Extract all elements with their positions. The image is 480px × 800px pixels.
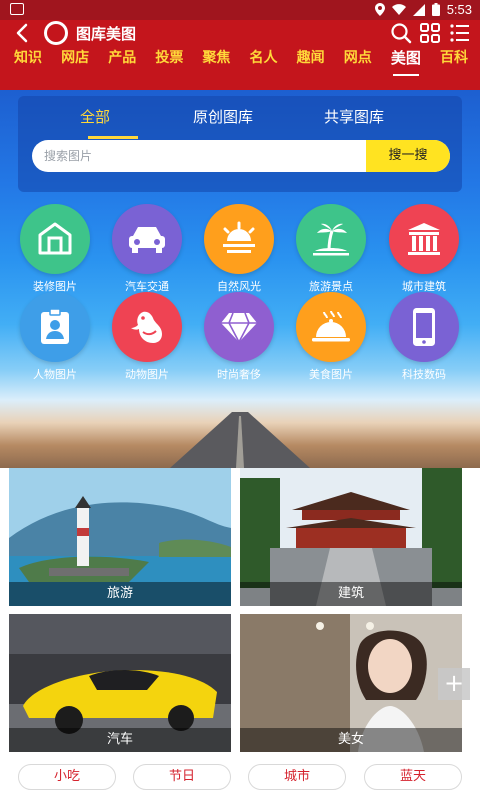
photo-card-travel[interactable]: 旅游 (9, 468, 231, 606)
category-decoration[interactable]: 装修图片 (9, 204, 101, 294)
signal-icon (412, 3, 425, 16)
tag-bar: 小吃 节日 城市 蓝天 (0, 758, 480, 800)
category-cars[interactable]: 汽车交通 (101, 204, 193, 294)
photo-card-architecture[interactable]: 建筑 (240, 468, 462, 606)
tag-city[interactable]: 城市 (248, 764, 346, 790)
status-time: 5:53 (446, 2, 472, 17)
photo-card-beauty[interactable]: 美女 (240, 614, 462, 752)
active-tab-indicator (88, 136, 138, 139)
nav-tab-meitu[interactable]: 美图 (391, 46, 421, 90)
car-icon (129, 227, 165, 253)
category-fashion[interactable]: 时尚奢侈 (193, 292, 285, 382)
back-arrow-icon[interactable] (12, 22, 34, 44)
category-animals[interactable]: 动物图片 (101, 292, 193, 382)
location-icon (374, 3, 385, 16)
photo-card-cars[interactable]: 汽车 (9, 614, 231, 752)
status-bar: 5:53 (0, 0, 480, 20)
nav-tab-mingren[interactable]: 名人 (250, 46, 278, 90)
app-logo (44, 21, 68, 45)
top-nav-tabs: 知识 网店 产品 投票 聚焦 名人 趣闻 网点 美图 百科 (0, 46, 480, 90)
hero-banner: 全部 原创图库 共享图库 搜一搜 装修图片 汽车 (0, 90, 480, 468)
category-label: 时尚奢侈 (217, 368, 261, 381)
category-label: 科技数码 (402, 368, 446, 381)
grid-apps-icon[interactable] (419, 22, 441, 44)
tab-shared-gallery[interactable]: 共享图库 (324, 106, 384, 127)
category-label: 美食图片 (309, 368, 353, 381)
bird-icon (131, 311, 162, 343)
gallery-tabs: 全部 原创图库 共享图库 (18, 106, 462, 139)
sunrise-icon (223, 221, 255, 253)
nav-tab-quwen[interactable]: 趣闻 (297, 46, 325, 90)
page-title: 图库美图 (76, 25, 137, 43)
photo-caption: 汽车 (9, 728, 231, 752)
app-header: 图库美图 知识 网店 产品 投票 聚焦 名人 趣闻 网点 美图 百科 (0, 20, 480, 90)
menu-list-icon[interactable] (449, 22, 471, 44)
nav-tab-wangdian2[interactable]: 网点 (344, 46, 372, 90)
nav-tab-toupiao[interactable]: 投票 (155, 46, 183, 90)
app-screen: 5:53 图库美图 知识 网店 产品 投票 聚焦 名人 趣闻 网点 美图 百科 (0, 0, 480, 800)
nav-tab-baike[interactable]: 百科 (440, 46, 468, 90)
desert-road-image (170, 412, 310, 468)
wifi-icon (391, 4, 406, 15)
food-cloche-icon (312, 310, 350, 342)
category-food[interactable]: 美食图片 (285, 292, 377, 382)
photo-caption: 美女 (240, 728, 462, 752)
add-button[interactable]: + (438, 668, 470, 700)
photo-grid: 旅游 建筑 汽车 美女 + (0, 468, 480, 758)
category-nature[interactable]: 自然风光 (193, 204, 285, 294)
photo-caption: 建筑 (240, 582, 462, 606)
building-icon (408, 223, 440, 255)
gallery-notification-icon (10, 3, 24, 15)
category-tech[interactable]: 科技数码 (378, 292, 470, 382)
nav-tab-jujiao[interactable]: 聚焦 (202, 46, 230, 90)
category-travel[interactable]: 旅游景点 (285, 204, 377, 294)
tag-snacks[interactable]: 小吃 (18, 764, 116, 790)
search-input[interactable] (32, 140, 366, 172)
search-button[interactable]: 搜一搜 (366, 140, 450, 172)
house-frame-icon (38, 222, 72, 255)
id-badge-icon (41, 308, 69, 344)
tag-festival[interactable]: 节日 (133, 764, 231, 790)
tab-original-gallery[interactable]: 原创图库 (193, 106, 253, 127)
tab-all[interactable]: 全部 (80, 106, 110, 127)
diamond-icon (221, 312, 257, 344)
category-label: 人物图片 (33, 368, 77, 381)
photo-caption: 旅游 (9, 582, 231, 606)
category-people[interactable]: 人物图片 (9, 292, 101, 382)
nav-tab-chanpin[interactable]: 产品 (108, 46, 136, 90)
category-city-buildings[interactable]: 城市建筑 (378, 204, 470, 294)
category-label: 动物图片 (125, 368, 169, 381)
tag-blue-sky[interactable]: 蓝天 (364, 764, 462, 790)
search-panel: 全部 原创图库 共享图库 搜一搜 (18, 96, 462, 192)
battery-icon (431, 3, 440, 16)
palm-island-icon (313, 223, 349, 256)
smartphone-icon (413, 308, 435, 346)
search-icon[interactable] (390, 22, 412, 44)
nav-tab-zhishi[interactable]: 知识 (14, 46, 42, 90)
search-box: 搜一搜 (32, 140, 450, 172)
nav-tab-wangdian[interactable]: 网店 (61, 46, 89, 90)
